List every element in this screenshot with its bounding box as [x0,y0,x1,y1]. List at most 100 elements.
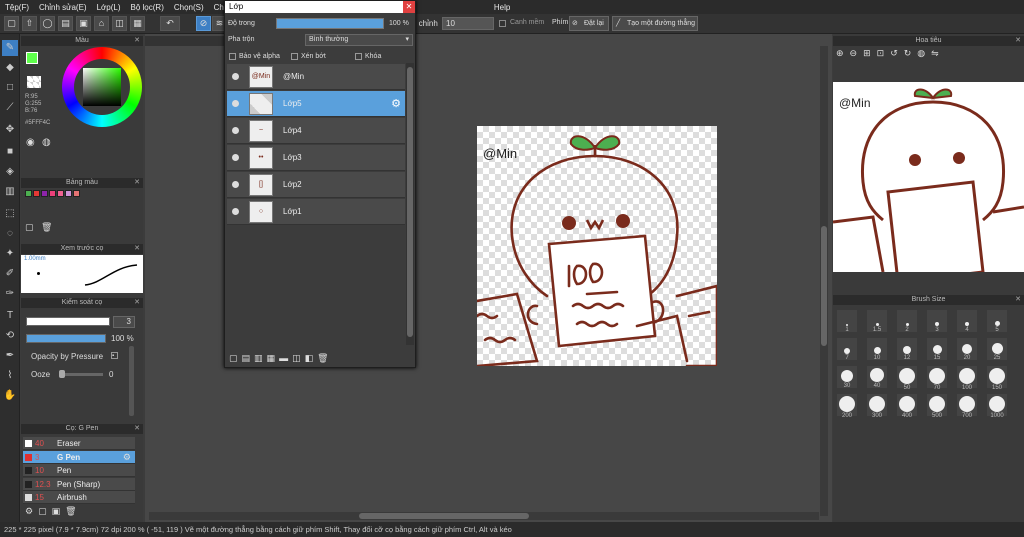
canvas-hscroll[interactable] [149,512,819,520]
brush-size-option[interactable]: 400 [896,393,918,419]
brush-copy-icon[interactable]: ▣ [52,506,66,516]
saturation-box[interactable] [83,68,121,106]
fit-icon[interactable]: ⊞ [863,48,877,58]
folder-icon[interactable]: ▬ [279,353,292,363]
image-icon[interactable]: ▦ [130,16,145,31]
menu-help[interactable]: Help [489,3,515,12]
close-icon[interactable]: ✕ [134,36,140,46]
zoom-in-icon[interactable]: ⊕ [836,48,850,58]
palette-icon[interactable]: ◉ [26,137,35,148]
layer-opacity-slider[interactable] [276,18,384,29]
brush-size-option[interactable]: 200 [836,393,858,419]
rect-tool-icon[interactable]: ■ [2,144,18,160]
brush-size-option[interactable]: 40 [866,365,888,389]
brush-new-icon[interactable]: ▢ [38,506,52,516]
close-icon[interactable]: ✕ [134,178,140,188]
size-slider[interactable] [26,317,110,326]
straight-line-button[interactable]: ╱ Tạo một đường thẳng [612,16,698,31]
delete-layer-icon[interactable]: 🗑 [317,353,332,363]
new-palette-icon[interactable]: ▢ [25,222,34,233]
layer-scroll-thumb[interactable] [407,67,413,337]
brush-tool-icon[interactable]: ✎ [2,40,18,56]
brush-delete-icon[interactable]: 🗑 [65,506,81,516]
brush-item[interactable]: 10 Pen [23,464,135,477]
brush-settings-icon[interactable]: ⚙ [25,506,38,516]
close-icon[interactable]: ✕ [1015,36,1021,46]
select-rect-icon[interactable]: ⬚ [2,206,18,222]
no-stabilizer-icon[interactable]: ⊘ [196,16,211,31]
palette-swatch[interactable] [41,190,48,197]
brush-size-option[interactable]: 15 [926,337,948,361]
text-tool-icon[interactable]: T [2,308,18,324]
brush-size-option[interactable]: 4 [956,309,978,333]
brush-size-option[interactable]: 2 [896,309,918,333]
canvas-vscroll[interactable] [820,46,828,516]
move-tool-icon[interactable]: ✥ [2,122,18,138]
rotate-right-icon[interactable]: ↻ [904,48,918,58]
delete-palette-icon[interactable]: 🗑 [41,222,52,233]
new-layer-icon[interactable]: ▢ [229,353,242,363]
brush-item[interactable]: 12.3 Pen (Sharp) [23,477,135,491]
zoom-out-icon[interactable]: ⊖ [850,48,864,58]
brush-size-option[interactable]: 300 [866,393,888,419]
opacity-slider[interactable] [26,334,106,343]
layer-row[interactable]: @Min @Min [227,64,405,90]
brush-size-option[interactable]: 100 [956,365,978,391]
actual-size-icon[interactable]: ⊡ [877,48,891,58]
antialias-checkbox[interactable] [499,20,506,27]
palette-swatch[interactable] [73,190,80,197]
new-file-icon[interactable]: ▢ [4,16,19,31]
ooze-slider[interactable] [59,373,103,376]
layer-menu-icon[interactable]: ▦ [267,353,280,363]
ooze-handle[interactable] [59,370,65,378]
lasso-icon[interactable]: ◌ [2,226,18,242]
flip-icon[interactable]: ⇋ [931,48,945,58]
visibility-icon[interactable] [232,154,239,161]
close-icon[interactable]: ✕ [134,244,140,254]
artwork-canvas[interactable]: @Min [477,126,717,366]
palette-swatch[interactable] [33,190,40,197]
navigator-preview[interactable]: @Min [833,82,1024,272]
brush-size-option[interactable]: 70 [926,365,948,391]
message-icon[interactable]: ▤ [58,16,73,31]
visibility-icon[interactable] [232,208,239,215]
menu-filter[interactable]: Bộ lọc(R) [126,3,169,12]
brush-size-option[interactable]: 1000 [986,393,1008,419]
brush-size-option[interactable]: 3 [926,309,948,333]
palette-swatch[interactable] [49,190,56,197]
lock-checkbox[interactable] [355,53,362,60]
close-icon[interactable]: ✕ [403,1,415,13]
brush-size-option[interactable]: 20 [956,337,978,361]
visibility-icon[interactable] [232,100,239,107]
brush-size-option[interactable]: 10 [866,337,888,361]
layer-row[interactable]: ~ Lớp4 [227,118,405,144]
magic-wand-icon[interactable]: ✦ [2,246,18,262]
layer-row[interactable]: ○ Lớp1 [227,199,405,225]
undo-icon[interactable]: ↶ [160,16,180,31]
gear-icon[interactable]: ⚙ [391,97,401,110]
brush-size-option[interactable]: 700 [956,393,978,419]
rotate-left-icon[interactable]: ↺ [890,48,904,58]
menu-file[interactable]: Tệp(F) [0,3,34,12]
select-eraser-icon[interactable]: ✑ [2,286,18,302]
move-down-icon[interactable]: ◧ [305,353,318,363]
brush-size-option[interactable]: 30 [836,365,858,389]
foreground-color[interactable] [26,52,38,64]
palette-alt-icon[interactable]: ◍ [42,137,51,148]
visibility-icon[interactable] [232,127,239,134]
comment-icon[interactable]: ◯ [40,16,55,31]
scrollbar[interactable] [129,346,134,416]
menu-select[interactable]: Chọn(S) [169,3,209,12]
blend-select[interactable]: Bình thường ▾ [305,34,413,46]
shape-tool-icon[interactable]: □ [2,80,18,96]
eraser-tool-icon[interactable]: ◆ [2,60,18,76]
pen-tool-icon[interactable]: ✒ [2,348,18,364]
brush-size-option[interactable]: 12 [896,337,918,361]
brush-size-option[interactable]: 50 [896,365,918,391]
gradient-tool-icon[interactable]: ▥ [2,184,18,200]
layer-icon[interactable]: ◫ [112,16,127,31]
save-icon[interactable]: ▣ [76,16,91,31]
close-icon[interactable]: ✕ [134,424,140,434]
clipping-checkbox[interactable] [291,53,298,60]
menu-edit[interactable]: Chỉnh sửa(E) [34,3,92,12]
